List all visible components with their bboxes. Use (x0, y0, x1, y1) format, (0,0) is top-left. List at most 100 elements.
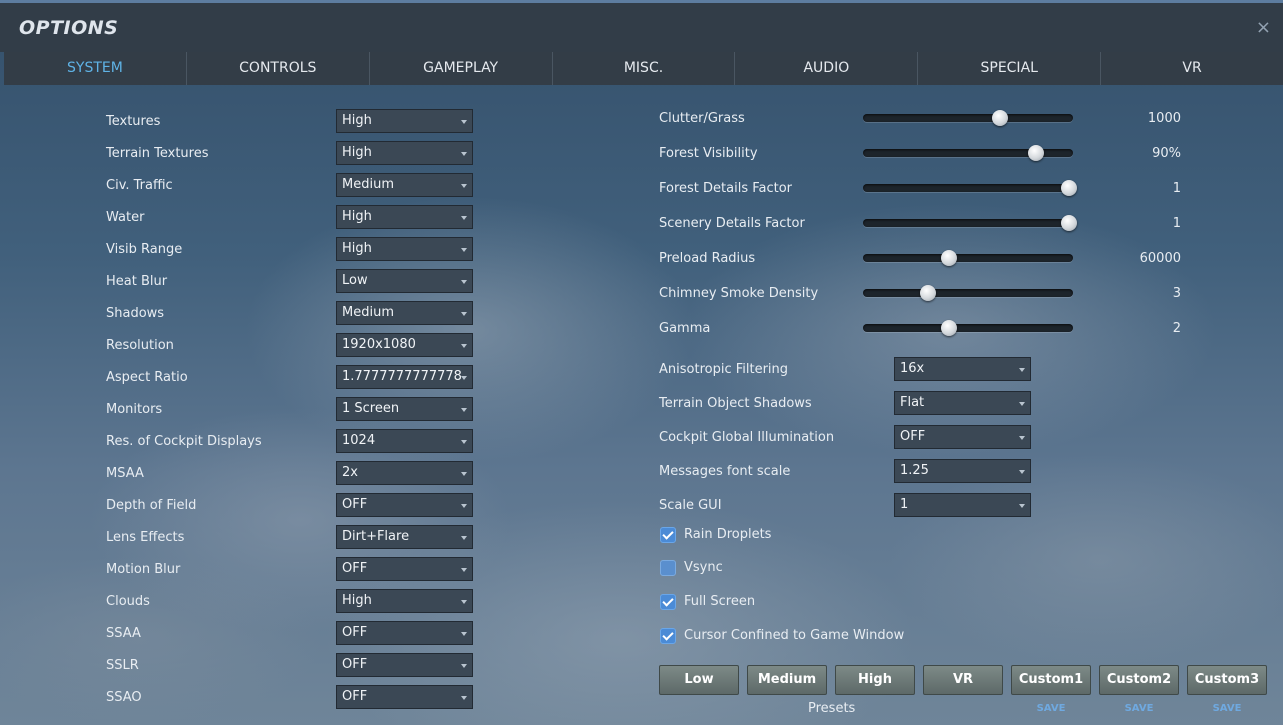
chevron-down-icon (461, 664, 467, 668)
setting-dropdown[interactable]: OFF (336, 653, 473, 677)
slider-handle[interactable] (920, 285, 937, 301)
setting-label: Water (106, 210, 145, 225)
setting-dropdown[interactable]: Medium (336, 301, 473, 325)
slider-track[interactable] (863, 114, 1073, 122)
slider-label: Scenery Details Factor (659, 216, 805, 231)
checkbox[interactable] (660, 594, 676, 610)
slider-track[interactable] (863, 219, 1073, 227)
slider-value: 1000 (1147, 111, 1181, 126)
setting-dropdown[interactable]: OFF (336, 621, 473, 645)
setting-label: Depth of Field (106, 498, 197, 513)
setting-dropdown[interactable]: 1.25 (894, 459, 1031, 483)
slider-handle[interactable] (940, 250, 957, 266)
setting-dropdown[interactable]: 1024 (336, 429, 473, 453)
setting-dropdown[interactable]: 2x (336, 461, 473, 485)
setting-dropdown[interactable]: Medium (336, 173, 473, 197)
setting-dropdown[interactable]: Flat (894, 391, 1031, 415)
dropdown-value: 1 Screen (342, 401, 400, 416)
tab-controls[interactable]: CONTROLS (187, 52, 370, 85)
preset-button-vr[interactable]: VR (923, 665, 1003, 695)
setting-dropdown[interactable]: High (336, 589, 473, 613)
dropdown-value: High (342, 209, 372, 224)
chevron-down-icon (461, 344, 467, 348)
save-preset-link[interactable]: SAVE (1187, 703, 1267, 714)
preset-button-low[interactable]: Low (659, 665, 739, 695)
chevron-down-icon (461, 120, 467, 124)
preset-button-medium[interactable]: Medium (747, 665, 827, 695)
setting-label: SSAA (106, 626, 141, 641)
dropdown-value: 1024 (342, 433, 376, 448)
checkbox[interactable] (660, 628, 676, 644)
slider-track[interactable] (863, 184, 1073, 192)
dropdown-value: Dirt+Flare (342, 529, 410, 544)
slider-track[interactable] (863, 289, 1073, 297)
slider-track[interactable] (863, 254, 1073, 262)
setting-label: Cockpit Global Illumination (659, 430, 835, 445)
chevron-down-icon (461, 216, 467, 220)
presets-label: Presets (808, 701, 856, 716)
setting-dropdown[interactable]: High (336, 109, 473, 133)
setting-dropdown[interactable]: Low (336, 269, 473, 293)
setting-label: SSAO (106, 690, 142, 705)
save-preset-link[interactable]: SAVE (1099, 703, 1179, 714)
tab-misc[interactable]: MISC. (553, 52, 736, 85)
dropdown-value: OFF (342, 657, 368, 672)
chevron-down-icon (461, 696, 467, 700)
setting-dropdown[interactable]: OFF (336, 685, 473, 709)
dropdown-value: 16x (900, 361, 925, 376)
slider-handle[interactable] (1061, 180, 1077, 196)
checkbox[interactable] (660, 527, 676, 543)
setting-dropdown[interactable]: 1920x1080 (336, 333, 473, 357)
dropdown-value: 1920x1080 (342, 337, 416, 352)
tab-vr[interactable]: VR (1101, 52, 1283, 85)
preset-button-custom2[interactable]: Custom2 (1099, 665, 1179, 695)
preset-button-custom1[interactable]: Custom1 (1011, 665, 1091, 695)
dropdown-value: High (342, 113, 372, 128)
chevron-down-icon (461, 568, 467, 572)
save-preset-link[interactable]: SAVE (1011, 703, 1091, 714)
setting-dropdown[interactable]: 1 Screen (336, 397, 473, 421)
dropdown-value: Medium (342, 177, 394, 192)
dropdown-value: OFF (342, 689, 368, 704)
tab-special[interactable]: SPECIAL (918, 52, 1102, 85)
close-icon[interactable]: × (1256, 17, 1271, 38)
chevron-down-icon (461, 600, 467, 604)
preset-button-custom3[interactable]: Custom3 (1187, 665, 1267, 695)
slider-handle[interactable] (940, 320, 957, 336)
checkbox-label: Rain Droplets (684, 527, 772, 542)
slider-value: 3 (1172, 286, 1181, 301)
slider-handle[interactable] (1061, 215, 1077, 231)
setting-dropdown[interactable]: OFF (894, 425, 1031, 449)
checkbox[interactable] (660, 560, 676, 576)
setting-dropdown[interactable]: OFF (336, 557, 473, 581)
slider-handle[interactable] (1028, 145, 1045, 161)
setting-label: Scale GUI (659, 498, 722, 513)
chevron-down-icon (461, 504, 467, 508)
checkbox-label: Vsync (684, 560, 723, 575)
slider-value: 1 (1172, 181, 1181, 196)
chevron-down-icon (461, 280, 467, 284)
setting-label: MSAA (106, 466, 144, 481)
setting-dropdown[interactable]: 16x (894, 357, 1031, 381)
preset-button-high[interactable]: High (835, 665, 915, 695)
slider-handle[interactable] (991, 110, 1008, 126)
setting-dropdown[interactable]: OFF (336, 493, 473, 517)
slider-track[interactable] (863, 324, 1073, 332)
dropdown-value: Flat (900, 395, 925, 410)
setting-dropdown[interactable]: High (336, 141, 473, 165)
setting-dropdown[interactable]: 1 (894, 493, 1031, 517)
dropdown-value: OFF (342, 561, 368, 576)
setting-dropdown[interactable]: 1.7777777777778 (336, 365, 473, 389)
setting-dropdown[interactable]: High (336, 205, 473, 229)
slider-label: Chimney Smoke Density (659, 286, 819, 301)
setting-label: Clouds (106, 594, 150, 609)
checkbox-label: Cursor Confined to Game Window (684, 628, 905, 643)
slider-label: Clutter/Grass (659, 111, 745, 126)
setting-dropdown[interactable]: High (336, 237, 473, 261)
setting-label: Messages font scale (659, 464, 791, 479)
tab-system[interactable]: SYSTEM (4, 52, 187, 85)
setting-dropdown[interactable]: Dirt+Flare (336, 525, 473, 549)
tab-audio[interactable]: AUDIO (735, 52, 919, 85)
tab-gameplay[interactable]: GAMEPLAY (370, 52, 553, 85)
checkbox-label: Full Screen (684, 594, 756, 609)
